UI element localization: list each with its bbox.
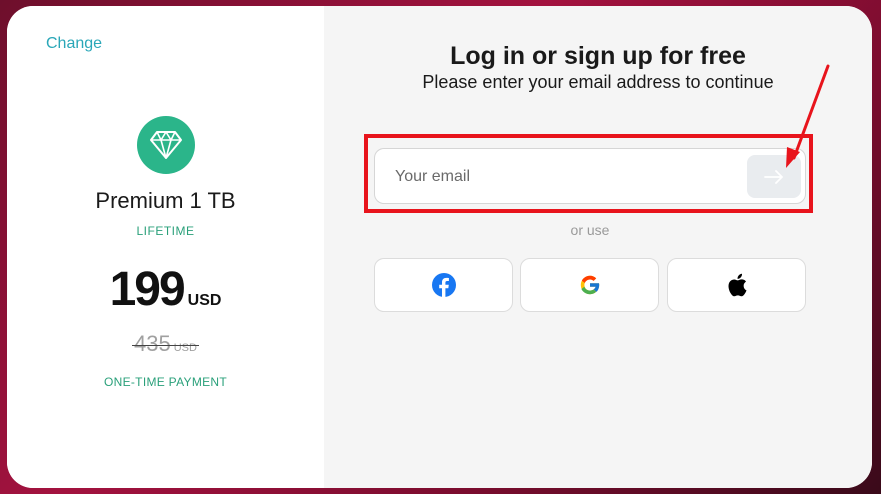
login-subtitle: Please enter your email address to conti… — [422, 72, 774, 92]
facebook-login-button[interactable] — [374, 258, 513, 312]
plan-summary-panel: Change Premium 1 TB LIFETIME 199 USD 435… — [7, 6, 324, 488]
pricing-login-modal: Change Premium 1 TB LIFETIME 199 USD 435… — [7, 6, 872, 488]
diamond-icon — [137, 116, 195, 174]
payment-type-label: ONE-TIME PAYMENT — [103, 375, 228, 389]
submit-email-button[interactable] — [747, 155, 801, 198]
login-panel: Log in or sign up for free Please enter … — [324, 6, 872, 488]
strikethrough-price: 435 USD — [132, 331, 199, 357]
plan-term-label: LIFETIME — [136, 224, 195, 238]
or-use-divider: or use — [570, 222, 610, 238]
old-price-currency: USD — [173, 342, 197, 354]
apple-icon — [728, 273, 747, 297]
change-plan-link[interactable]: Change — [46, 35, 102, 53]
price-value: 199 — [109, 263, 186, 316]
price: 199 USD — [7, 262, 324, 317]
facebook-icon — [431, 273, 456, 297]
apple-login-button[interactable] — [667, 258, 806, 312]
email-input[interactable] — [393, 149, 737, 205]
login-title: Log in or sign up for free — [450, 42, 746, 70]
plan-name: Premium 1 TB — [95, 188, 236, 213]
email-field — [374, 148, 806, 205]
google-icon — [580, 275, 600, 295]
original-price: 435 USD — [7, 331, 324, 357]
old-price-value: 435 — [134, 331, 171, 356]
google-login-button[interactable] — [520, 258, 659, 312]
price-currency: USD — [187, 292, 222, 309]
arrow-right-icon — [764, 169, 783, 184]
